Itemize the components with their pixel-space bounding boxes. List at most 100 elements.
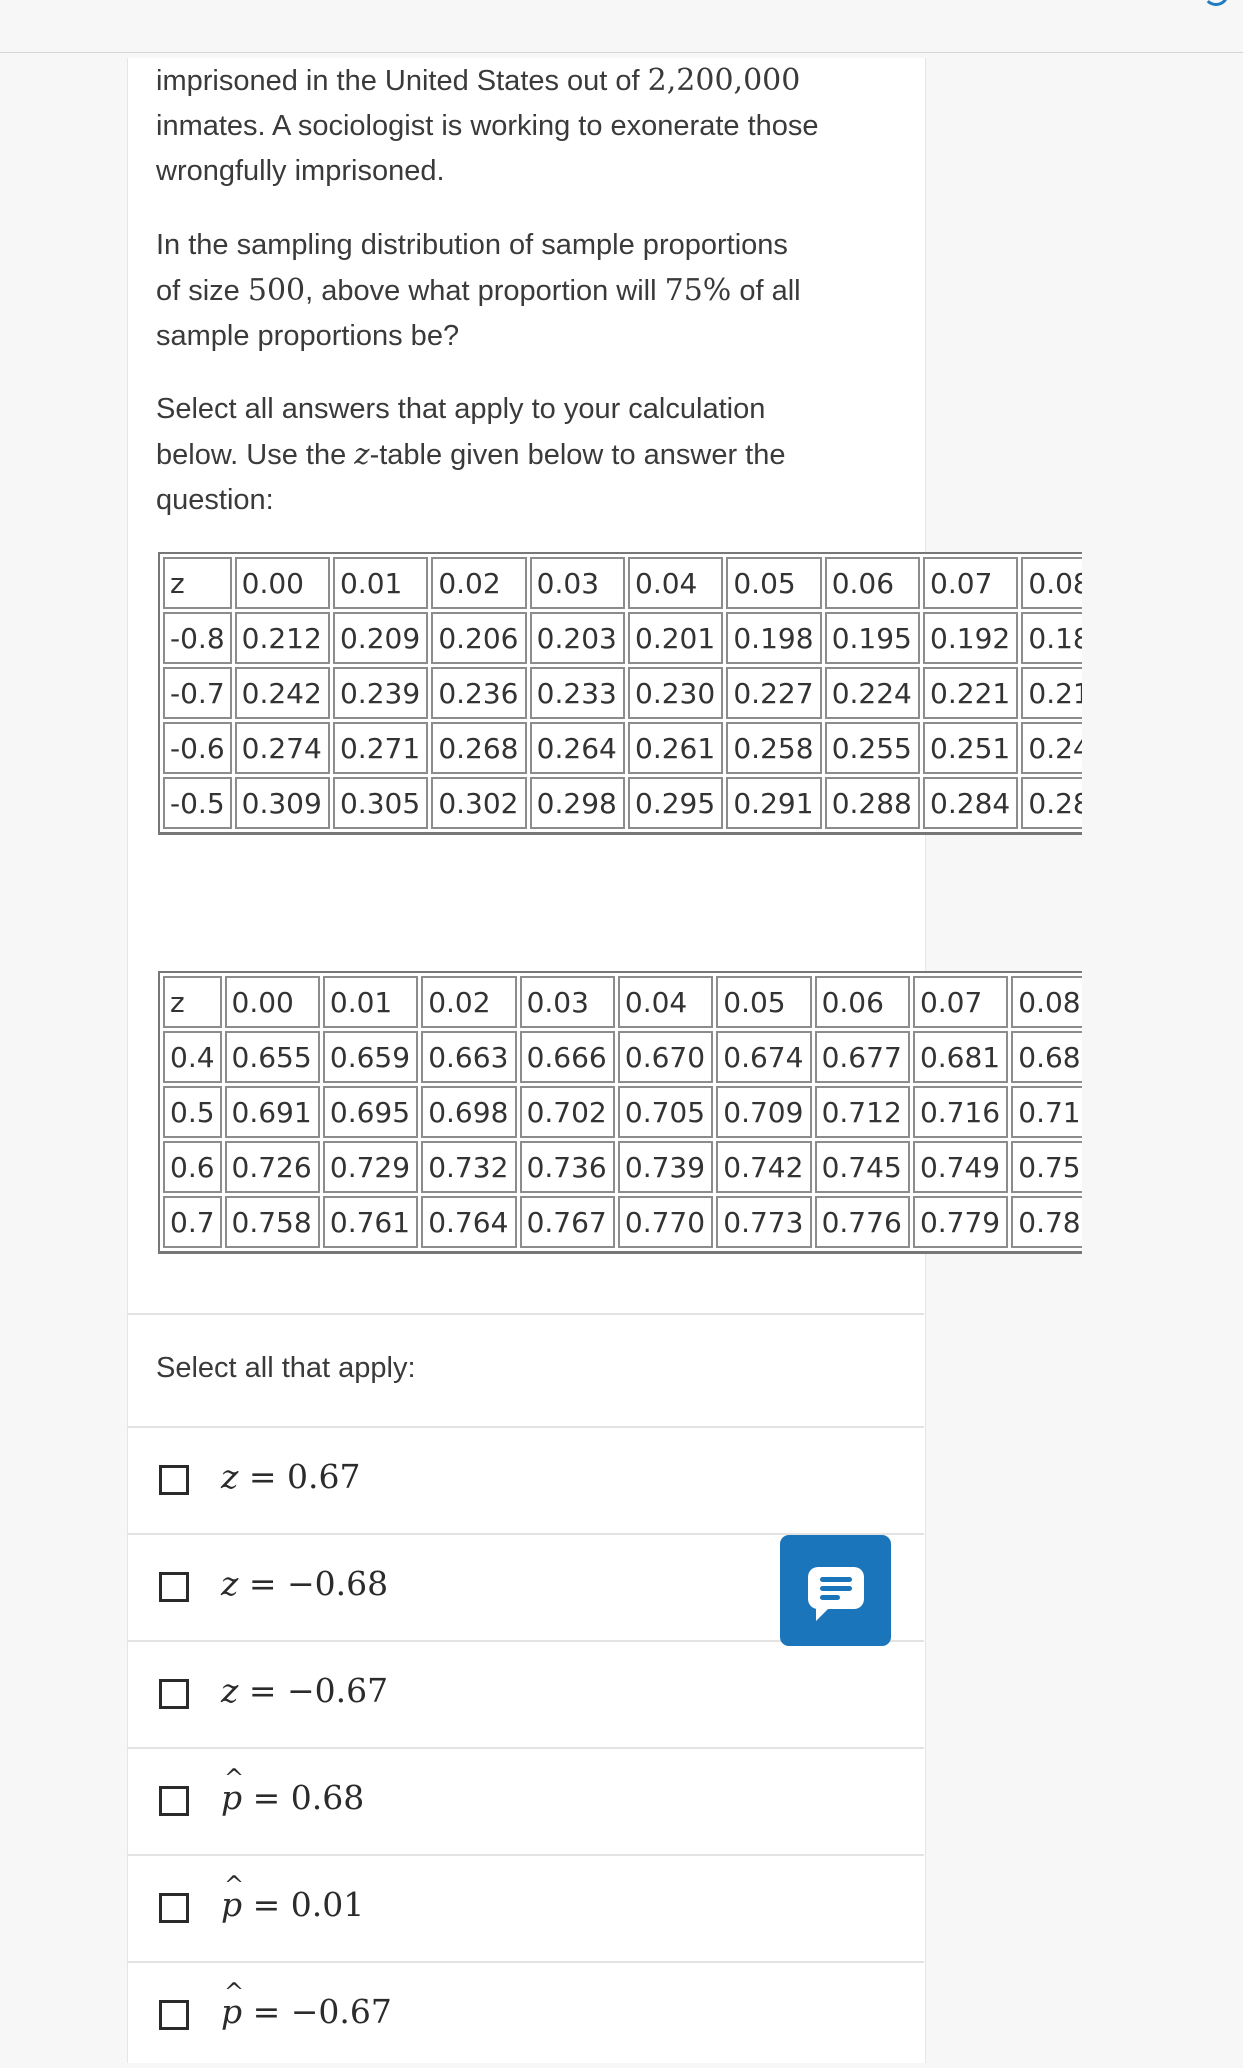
z-table-header-cell: 0.05 <box>716 976 812 1028</box>
z-table-row-label: -0.7 <box>163 667 232 719</box>
question-instructions: Select all answers that apply to your ca… <box>156 387 896 523</box>
checkbox-icon[interactable] <box>159 1786 189 1816</box>
z-table-row: -0.7 0.242 0.239 0.236 0.233 0.230 0.227 0.224 0… <box>163 667 1082 719</box>
z-table-positive: z0.000.010.020.030.040.050.060.070.0800.… <box>158 971 1082 1254</box>
prompt-text-3: sample proportions be? <box>156 320 460 352</box>
z-table-row: 0.7 0.758 0.761 0.764 0.767 0.770 0.773 0.776 0.… <box>163 1196 1082 1248</box>
z-table-row: -0.8 0.212 0.209 0.206 0.203 0.201 0.198 0.195 0… <box>163 612 1082 664</box>
z-table-cell: 0.305 <box>332 777 429 829</box>
z-table-cell: 0.281 <box>1021 777 1082 829</box>
chat-bubble-icon <box>808 1567 864 1621</box>
intro-text-3: wrongfully imprisoned. <box>156 155 445 187</box>
prompt-text-2a: of size <box>156 275 248 307</box>
z-table-header-cell: 0.02 <box>421 976 517 1028</box>
prompt-text-2c: of all <box>731 275 801 307</box>
z-table-header-row: z0.000.010.020.030.040.050.060.070.080 <box>163 976 1082 1028</box>
z-table-cell: 0.695 <box>322 1086 419 1138</box>
z-table-cell: 0.709 <box>716 1086 812 1138</box>
z-table-cell: 0.274 <box>234 722 330 774</box>
instr-text-2b: -table given below to answer the <box>369 439 786 471</box>
z-table-row-label: 0.6 <box>163 1141 222 1193</box>
z-table: z0.000.010.020.030.040.050.060.070.0800.… <box>158 971 1082 1254</box>
z-variable: z <box>221 1564 239 1603</box>
answer-option[interactable]: z = 0.67 <box>127 1427 924 1533</box>
z-table-header-cell: 0.05 <box>726 557 822 609</box>
z-table-row-label: 0.5 <box>163 1086 222 1138</box>
z-table-cell: 0.248 <box>1021 722 1082 774</box>
equals-sign: = <box>242 1778 291 1817</box>
z-table-header-cell: z <box>163 976 222 1028</box>
z-table-cell: 0.663 <box>421 1031 517 1083</box>
answer-option-label: p = −0.67 <box>221 1978 392 2031</box>
z-table-cell: 0.726 <box>224 1141 320 1193</box>
z-table-cell: 0.291 <box>726 777 822 829</box>
z-table-header-cell: 0.01 <box>322 976 419 1028</box>
sample-size: 500 <box>247 273 306 308</box>
z-table-cell: 0.255 <box>824 722 921 774</box>
answer-value: 0.68 <box>290 1778 365 1817</box>
z-table-cell: 0.230 <box>628 667 724 719</box>
instr-text-2a: below. Use the <box>156 439 355 471</box>
z-table-cell: 0.203 <box>529 612 626 664</box>
z-table-cell: 0.779 <box>912 1196 1009 1248</box>
z-table-cell: 0.670 <box>617 1031 714 1083</box>
z-table-header-row: z0.000.010.020.030.040.050.060.070.080 <box>163 557 1082 609</box>
equals-sign: = <box>242 1992 291 2031</box>
z-table-cell: 0.716 <box>912 1086 1009 1138</box>
z-table-header-cell: 0.03 <box>519 976 615 1028</box>
z-table-cell: 0.198 <box>726 612 822 664</box>
answer-option[interactable]: p = 0.01 <box>127 1855 924 1961</box>
z-table-header-cell: 0.01 <box>332 557 429 609</box>
chat-button[interactable] <box>780 1535 891 1646</box>
z-table-cell: 0.773 <box>716 1196 812 1248</box>
z-table-cell: 0.206 <box>431 612 527 664</box>
checkbox-icon[interactable] <box>159 2000 189 2030</box>
answer-option[interactable]: p = −0.67 <box>127 1962 924 2068</box>
z-variable: z <box>221 1457 239 1496</box>
checkbox-icon[interactable] <box>159 1893 189 1923</box>
intro-text: imprisoned in the United States out of <box>156 65 648 97</box>
equals-sign: = <box>238 1564 288 1603</box>
z-table-cell: 0.209 <box>332 612 429 664</box>
z-table-cell: 0.218 <box>1021 667 1082 719</box>
z-table-cell: 0.752 <box>1011 1141 1082 1193</box>
answer-option[interactable]: z = −0.67 <box>127 1641 924 1747</box>
instr-text-3: question: <box>156 484 274 516</box>
answer-option[interactable]: p = 0.68 <box>127 1748 924 1854</box>
equals-sign: = <box>238 1671 288 1710</box>
question-prompt: In the sampling distribution of sample p… <box>156 223 896 359</box>
answer-value: −0.68 <box>287 1564 389 1603</box>
z-table-cell: 0.732 <box>421 1141 517 1193</box>
checkbox-icon[interactable] <box>159 1465 189 1495</box>
z-table-header-cell: 0.03 <box>529 557 626 609</box>
z-table-header-cell: 0.06 <box>814 976 910 1028</box>
z-table-cell: 0.212 <box>234 612 330 664</box>
z-table-header-cell: 0.00 <box>234 557 330 609</box>
z-table-cell: 0.239 <box>332 667 429 719</box>
intro-text-2: inmates. A sociologist is working to exo… <box>156 110 819 142</box>
prompt-text-1: In the sampling distribution of sample p… <box>156 229 788 261</box>
checkbox-icon[interactable] <box>159 1572 189 1602</box>
instr-text-1: Select all answers that apply to your ca… <box>156 393 766 425</box>
answer-option-label: z = 0.67 <box>221 1457 361 1496</box>
z-table-row: -0.5 0.309 0.305 0.302 0.298 0.295 0.291 0.288 0… <box>163 777 1082 829</box>
z-table-cell: 0.782 <box>1011 1196 1082 1248</box>
z-table-cell: 0.655 <box>224 1031 320 1083</box>
inmates-total: 2,200,000 <box>647 63 801 98</box>
z-table-cell: 0.236 <box>431 667 527 719</box>
equals-sign: = <box>242 1885 291 1924</box>
percent-value: 75% <box>664 273 732 308</box>
z-table-cell: 0.227 <box>726 667 822 719</box>
z-table-cell: 0.702 <box>519 1086 615 1138</box>
checkbox-icon[interactable] <box>159 1679 189 1709</box>
z-table-cell: 0.264 <box>529 722 626 774</box>
z-table-cell: 0.224 <box>824 667 921 719</box>
z-table-row: -0.6 0.274 0.271 0.268 0.264 0.261 0.258 0.255 0… <box>163 722 1082 774</box>
answer-option-label: z = −0.67 <box>221 1671 388 1710</box>
z-table-cell: 0.764 <box>421 1196 517 1248</box>
z-table-cell: 0.705 <box>617 1086 714 1138</box>
z-table: z0.000.010.020.030.040.050.060.070.080-0… <box>158 552 1082 835</box>
z-table-header-cell: 0.02 <box>431 557 527 609</box>
z-table-header-cell: 0.07 <box>912 976 1009 1028</box>
z-table-row: 0.5 0.691 0.695 0.698 0.702 0.705 0.709 0.712 0.… <box>163 1086 1082 1138</box>
